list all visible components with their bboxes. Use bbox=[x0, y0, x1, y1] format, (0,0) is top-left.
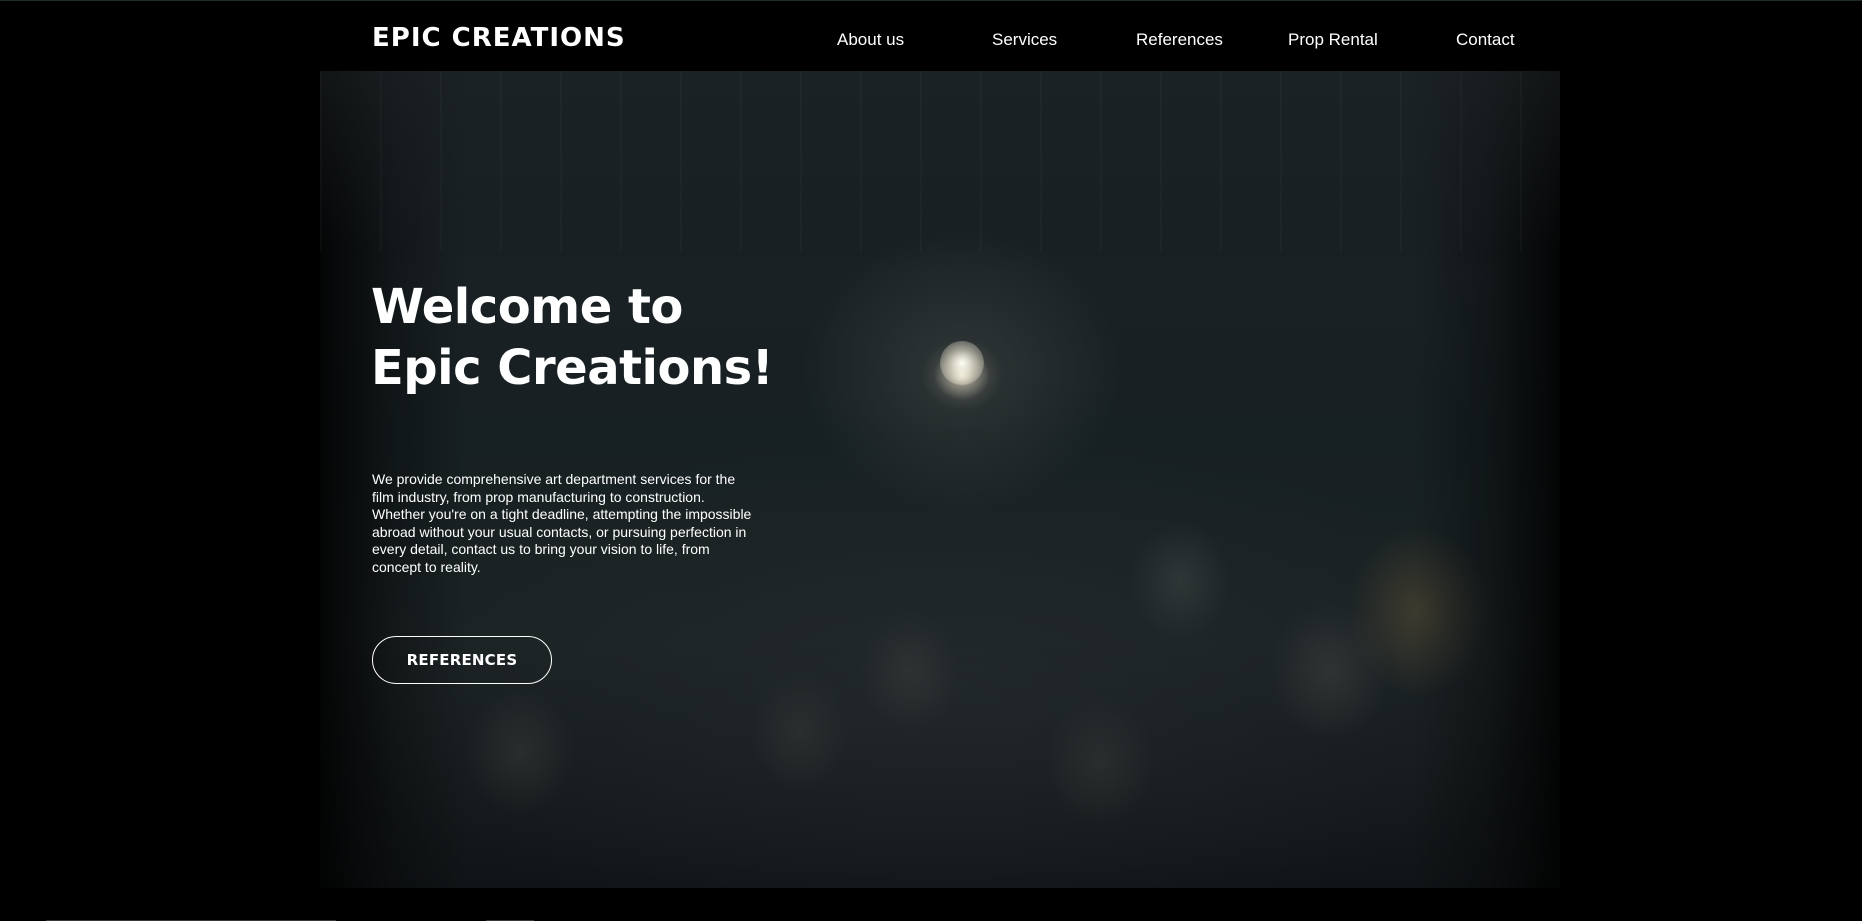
nav-prop-rental[interactable]: Prop Rental bbox=[1288, 29, 1378, 51]
nav-services[interactable]: Services bbox=[992, 29, 1057, 51]
nav-contact[interactable]: Contact bbox=[1456, 29, 1515, 51]
bottom-strip bbox=[0, 888, 1862, 921]
hero-light-glow bbox=[940, 341, 984, 385]
hero-description: We provide comprehensive art department … bbox=[372, 471, 752, 575]
hero-title: Welcome to Epic Creations! bbox=[371, 277, 774, 399]
site-logo[interactable]: EPIC CREATIONS bbox=[372, 23, 626, 53]
hero-title-line-1: Welcome to bbox=[371, 279, 683, 335]
site-header: EPIC CREATIONS About us Services Referen… bbox=[0, 1, 1862, 71]
page: EPIC CREATIONS About us Services Referen… bbox=[0, 0, 1862, 921]
references-button[interactable]: REFERENCES bbox=[372, 636, 552, 684]
hero-title-line-2: Epic Creations! bbox=[371, 340, 774, 396]
nav-about-us[interactable]: About us bbox=[837, 29, 904, 51]
nav-references[interactable]: References bbox=[1136, 29, 1223, 51]
